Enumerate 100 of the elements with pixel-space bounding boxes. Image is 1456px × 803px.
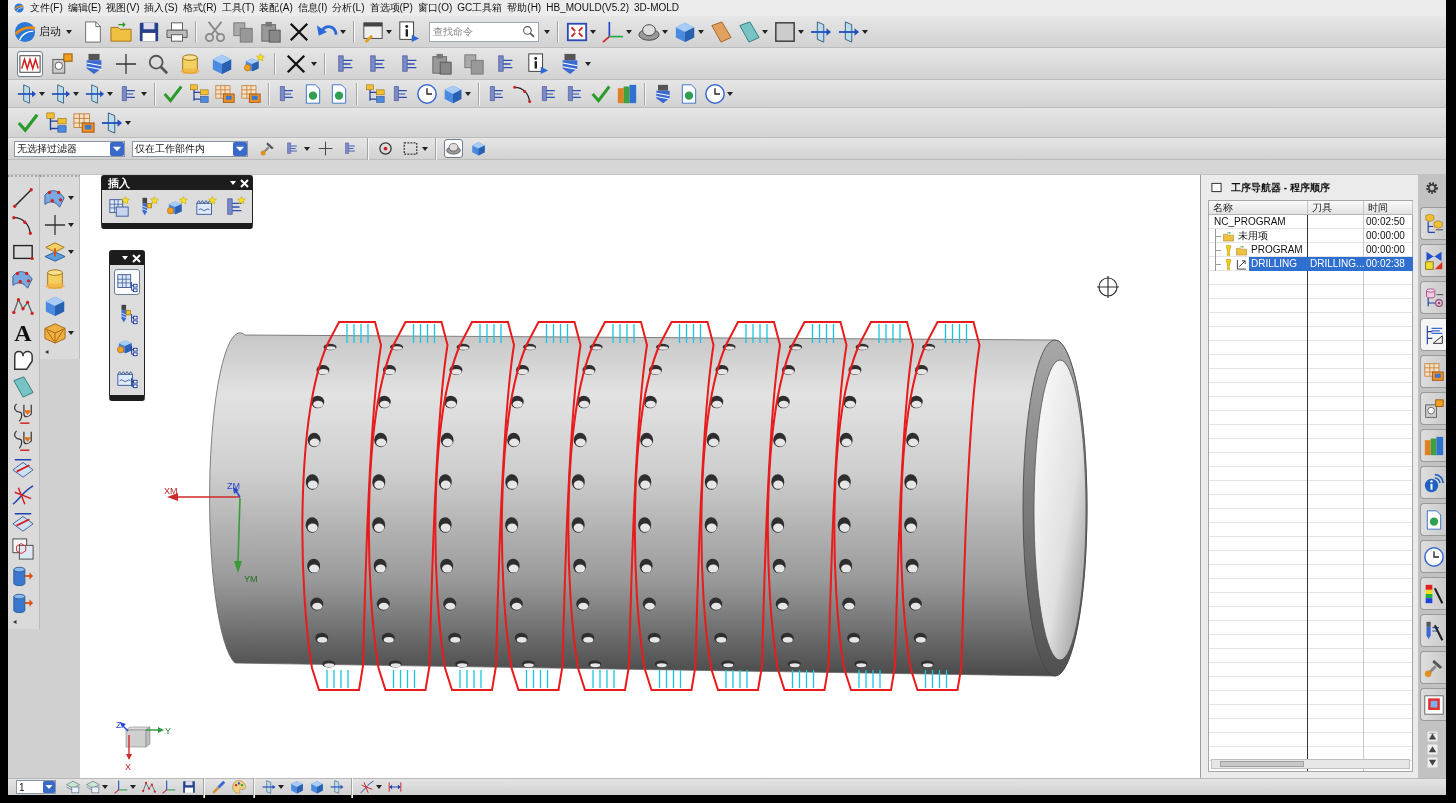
menu-item[interactable]: 首选项(P): [367, 1, 415, 15]
axes-icon[interactable]: [162, 780, 176, 794]
folder-icon[interactable]: [110, 20, 132, 43]
caret-icon[interactable]: [278, 785, 284, 789]
caret-icon[interactable]: [68, 250, 74, 254]
grid-box-icon[interactable]: [73, 111, 95, 134]
check-icon[interactable]: [591, 83, 611, 104]
close-icon[interactable]: [240, 178, 249, 188]
caret-icon[interactable]: [68, 331, 74, 335]
window-icon[interactable]: [362, 20, 384, 43]
cube-icon[interactable]: [310, 780, 324, 794]
caret-icon[interactable]: [125, 120, 131, 125]
layer-dropdown[interactable]: 1: [16, 780, 56, 794]
line-icon[interactable]: [12, 187, 34, 209]
operation-name[interactable]: DRILLING: [1249, 257, 1308, 271]
caret-icon[interactable]: [102, 785, 108, 789]
caret-icon[interactable]: [798, 29, 804, 34]
resource-tab[interactable]: [1420, 318, 1446, 351]
page-icon[interactable]: [82, 20, 104, 43]
axes-icon[interactable]: [114, 780, 128, 794]
cross-icon[interactable]: [288, 20, 310, 43]
toolbar-button[interactable]: [401, 139, 420, 158]
grid-with-star-icon[interactable]: [108, 196, 130, 218]
menu-item[interactable]: 格式(R): [180, 1, 219, 15]
info-icon[interactable]: [398, 20, 420, 43]
menu-item[interactable]: HB_MOULD(V5.2): [544, 1, 631, 15]
caret-icon[interactable]: [68, 196, 74, 200]
caret-icon[interactable]: [141, 91, 147, 96]
caret-icon[interactable]: [386, 29, 392, 34]
print-icon[interactable]: [166, 20, 188, 43]
cylinder-arrow-icon[interactable]: [12, 565, 34, 587]
menu-item[interactable]: 信息(I): [295, 1, 330, 15]
menu-item[interactable]: 装配(A): [257, 1, 295, 15]
check-icon[interactable]: [163, 83, 183, 104]
caret-icon[interactable]: [66, 29, 72, 34]
operation-name[interactable]: NC_PROGRAM: [1212, 215, 1308, 229]
copy-icon[interactable]: [232, 20, 254, 43]
resource-tab[interactable]: [1420, 244, 1446, 277]
plus-icon[interactable]: [44, 214, 66, 236]
caret-icon[interactable]: [662, 29, 668, 34]
brush-icon[interactable]: [212, 780, 226, 794]
document-icon[interactable]: [679, 83, 699, 104]
cube-icon[interactable]: [44, 295, 66, 317]
square-outline-icon[interactable]: [1211, 182, 1222, 193]
scissors-icon[interactable]: [204, 20, 226, 43]
tree-icon[interactable]: [365, 83, 385, 104]
cube-icon[interactable]: [674, 20, 696, 43]
plane-arrow-icon[interactable]: [51, 83, 71, 104]
resource-tab[interactable]: [1420, 540, 1446, 573]
surface-icon[interactable]: [12, 268, 34, 290]
arc-icon[interactable]: [513, 83, 533, 104]
caret-icon[interactable]: [304, 146, 310, 151]
menu-item[interactable]: 工具(T): [219, 1, 257, 15]
check-icon[interactable]: [17, 111, 39, 134]
save-icon[interactable]: [182, 780, 196, 794]
save-icon[interactable]: [138, 20, 160, 43]
caret-icon[interactable]: [862, 29, 868, 34]
caret-icon[interactable]: [465, 91, 471, 96]
filter-dropdown[interactable]: 仅在工作部件内: [132, 140, 248, 157]
menu-item[interactable]: 3D-MOLD: [632, 1, 682, 15]
cube-with-star-icon[interactable]: [166, 196, 188, 218]
waves-with-star-icon[interactable]: [195, 196, 217, 218]
resource-tab[interactable]: [1420, 614, 1446, 647]
menu-item[interactable]: 文件(F): [28, 1, 65, 15]
arrow-top-icon[interactable]: [1426, 731, 1438, 742]
menu-item[interactable]: 插入(S): [142, 1, 180, 15]
extrude-icon[interactable]: [44, 241, 66, 263]
arc-icon[interactable]: [12, 214, 34, 236]
plane-arrow-icon[interactable]: [838, 20, 860, 43]
caret-icon[interactable]: [39, 91, 45, 96]
drill-bit-icon[interactable]: [653, 83, 673, 104]
curve-arrow-icon[interactable]: [12, 430, 34, 452]
column-header[interactable]: 时间: [1364, 201, 1413, 215]
grid-box-icon[interactable]: [241, 83, 261, 104]
start-button[interactable]: 启动: [14, 20, 76, 43]
plane-arrow-icon[interactable]: [85, 83, 105, 104]
plane-arrow-icon[interactable]: [262, 780, 276, 794]
layers-icon[interactable]: [66, 780, 80, 794]
plane-line-icon[interactable]: [12, 511, 34, 533]
curve-arrow-icon[interactable]: [12, 403, 34, 425]
rounded-outline-icon[interactable]: [12, 349, 34, 371]
square-icon[interactable]: [774, 20, 796, 43]
clipboard-icon[interactable]: [260, 20, 282, 43]
menu-item[interactable]: 视图(V): [104, 1, 142, 15]
horizontal-scrollbar[interactable]: [1211, 759, 1410, 769]
plane-arrow-icon[interactable]: [810, 20, 832, 43]
caret-icon[interactable]: [422, 146, 428, 151]
caret-icon[interactable]: [311, 61, 317, 66]
polyline-icon[interactable]: [142, 780, 156, 794]
caret-icon[interactable]: [762, 29, 768, 34]
clock-icon[interactable]: [417, 83, 437, 104]
boxes-icon[interactable]: [12, 538, 34, 560]
expand-arrow-icon[interactable]: [12, 619, 18, 625]
books-icon[interactable]: [617, 83, 637, 104]
caret-icon[interactable]: [544, 29, 550, 34]
search-icon[interactable]: [522, 24, 535, 38]
close-icon[interactable]: [132, 253, 141, 263]
caret-icon[interactable]: [68, 223, 74, 227]
toolbar-button[interactable]: [114, 269, 140, 295]
tree-icon[interactable]: [189, 83, 209, 104]
